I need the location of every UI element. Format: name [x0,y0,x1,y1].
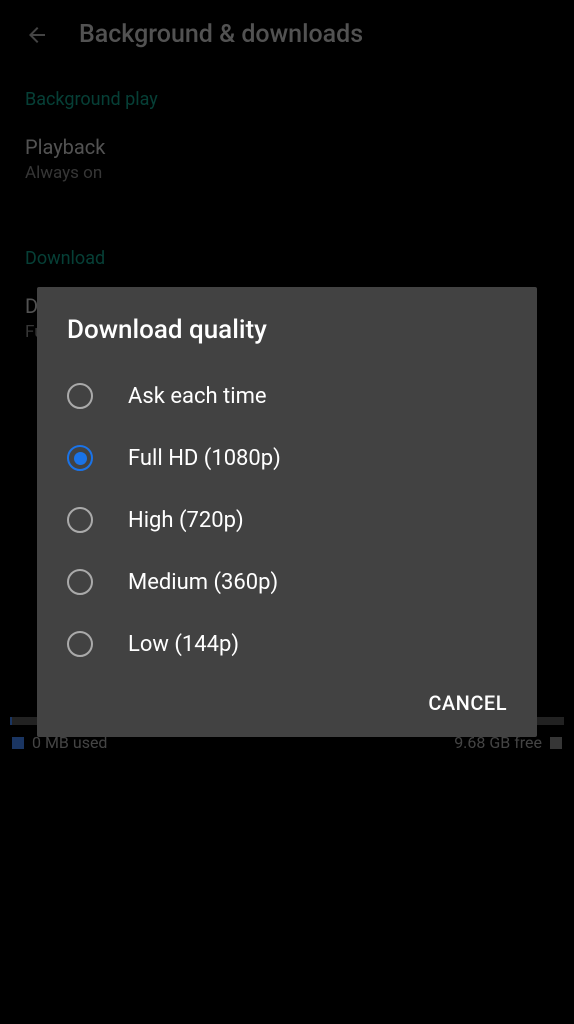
radio-option-low[interactable]: Low (144p) [37,613,537,675]
radio-inner-icon [74,452,87,465]
radio-icon [67,383,93,409]
radio-option-high[interactable]: High (720p) [37,489,537,551]
radio-icon [67,569,93,595]
radio-icon [67,631,93,657]
radio-label: Medium (360p) [128,570,278,595]
radio-label: Full HD (1080p) [128,446,281,471]
dialog-title: Download quality [37,315,537,365]
radio-icon [67,445,93,471]
cancel-button[interactable]: CANCEL [428,691,507,715]
radio-label: High (720p) [128,508,244,533]
download-quality-dialog: Download quality Ask each time Full HD (… [37,287,537,737]
radio-label: Ask each time [128,384,267,409]
dialog-scrim[interactable]: Download quality Ask each time Full HD (… [0,0,574,1024]
radio-icon [67,507,93,533]
radio-option-medium[interactable]: Medium (360p) [37,551,537,613]
radio-label: Low (144p) [128,632,239,657]
radio-option-full-hd[interactable]: Full HD (1080p) [37,427,537,489]
radio-option-ask-each-time[interactable]: Ask each time [37,365,537,427]
dialog-actions: CANCEL [37,675,537,719]
